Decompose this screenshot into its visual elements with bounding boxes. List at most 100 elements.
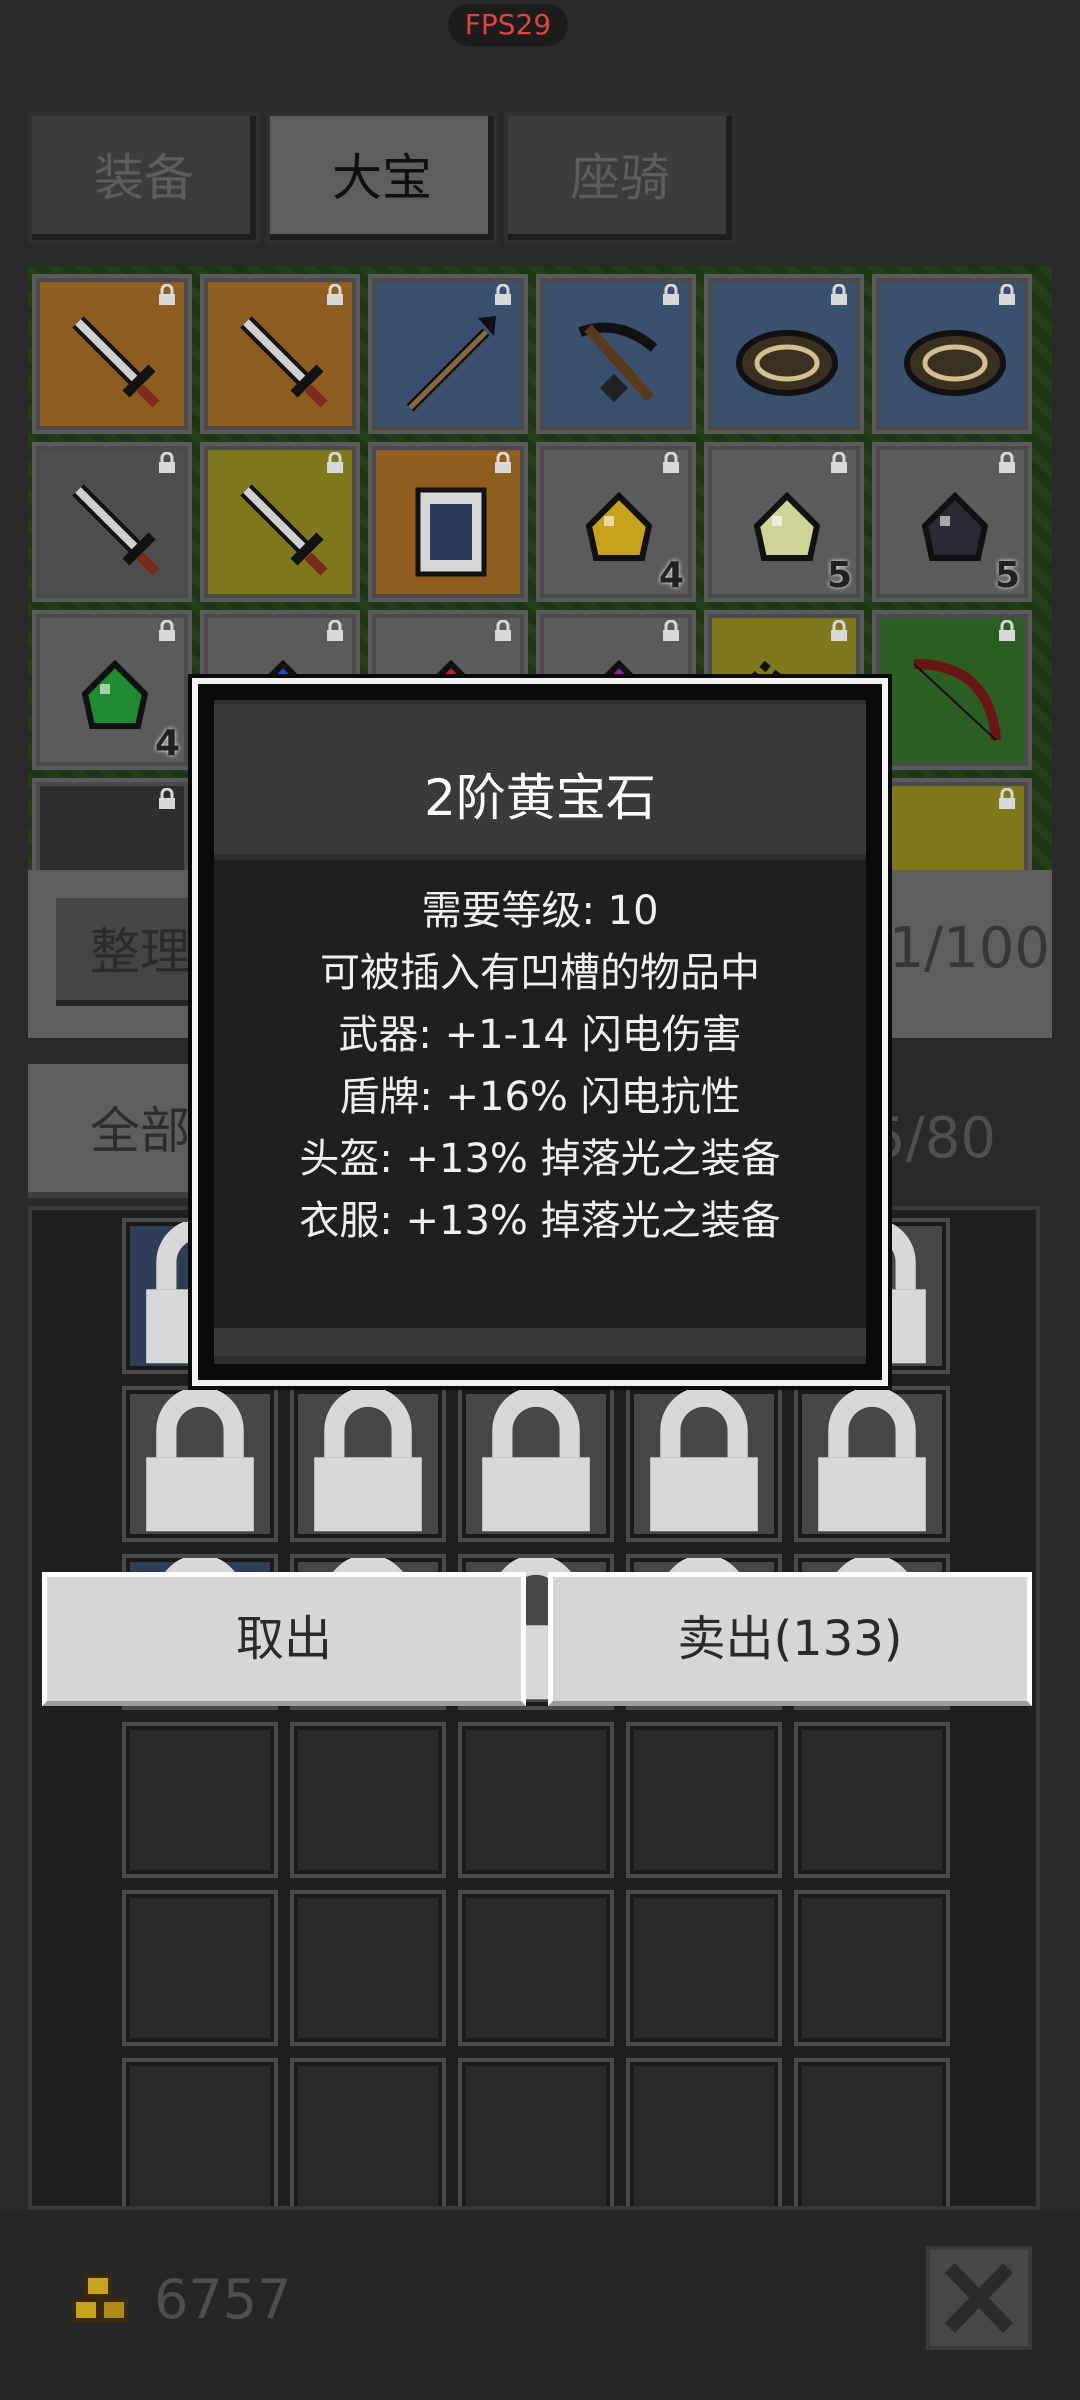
lock-icon [663,284,679,305]
storage-slot[interactable] [200,274,360,434]
bow-icon [913,659,1001,741]
take-out-button[interactable]: 取出 [42,1572,526,1706]
lock-icon [999,452,1015,473]
lock-icon [663,452,679,473]
storage-slot[interactable] [200,442,360,602]
bag-slot[interactable] [122,1386,278,1662]
lock-icon [327,284,343,305]
bag-slot[interactable]: 4 [458,1386,614,1713]
storage-slot[interactable] [32,442,192,602]
bag-slot[interactable] [290,2058,446,2206]
lock-icon [831,620,847,641]
gold-amount: 6757 [154,2268,292,2331]
item-count: 4 [658,555,684,596]
bag-slot[interactable] [122,1722,278,1878]
tooltip-title: 2阶黄宝石 [424,769,656,827]
lock-icon [999,284,1015,305]
sell-button[interactable]: 卖出(133) [548,1572,1032,1706]
bag-slot[interactable] [626,1890,782,2046]
storage-slot[interactable] [704,274,864,434]
storage-slot[interactable]: 4 [536,442,696,602]
bag-slot[interactable] [458,2058,614,2206]
fps-counter: FPS29 [448,4,568,46]
stat-line: 需要等级: 10 [421,888,659,934]
tab-mount[interactable]: 座骑 [504,112,736,244]
lock-icon [495,620,511,641]
bag-slot[interactable] [794,2058,950,2206]
storage-slot[interactable] [32,274,192,434]
stat-line: 武器: +1-14 闪电伤害 [338,1012,742,1058]
shield-icon [736,330,838,396]
storage-capacity: 1/100 [888,916,1050,981]
crossbow-icon [578,322,658,403]
tab-treasure[interactable]: 大宝 [266,112,498,244]
bag-capacity: 5/80 [870,1106,996,1171]
storage-slot[interactable] [872,778,1032,870]
storage-slot[interactable] [368,442,528,602]
bag-slot[interactable]: 3 [290,1386,446,1713]
lock-icon [831,284,847,305]
bag-slot[interactable] [626,2058,782,2206]
lock-icon [159,452,175,473]
lock-icon [482,1386,590,1532]
storage-slot[interactable] [872,274,1032,434]
storage-slot[interactable]: 5 [704,442,864,602]
sword-icon [240,316,328,408]
storage-slot[interactable] [872,610,1032,770]
sword-icon [72,484,160,576]
close-icon [944,2263,1014,2333]
stat-line: 可被插入有凹槽的物品中 [320,950,760,996]
lock-icon [495,452,511,473]
lock-icon [999,620,1015,641]
tab-equipment[interactable]: 装备 [28,112,260,244]
bag-slot[interactable]: 4 [626,1386,782,1713]
lock-icon [999,788,1015,809]
dark-gem-icon [921,491,989,561]
sword-icon [240,484,328,576]
lock-icon [327,452,343,473]
bag-slot[interactable]: 4 [794,1386,950,1713]
bag-slot[interactable] [458,1890,614,2046]
tooltip-footer [214,1328,866,1356]
item-tooltip: 2阶黄宝石 需要等级: 10 可被插入有凹槽的物品中 武器: +1-14 闪电伤… [192,678,888,1386]
lock-icon [663,620,679,641]
lock-icon [831,452,847,473]
storage-slot[interactable] [536,274,696,434]
item-count: 4 [154,723,180,764]
item-count: 5 [826,555,852,596]
lock-icon [327,620,343,641]
sword-icon [72,316,160,408]
spear-icon [406,316,496,412]
bag-slot[interactable] [794,1722,950,1878]
storage-slot[interactable]: 5 [872,442,1032,602]
yellow-gem-icon [585,491,653,561]
shield-icon [904,330,1006,396]
tooltip-stats: 需要等级: 10 可被插入有凹槽的物品中 武器: +1-14 闪电伤害 盾牌: … [198,880,882,1252]
lock-icon [146,1386,254,1532]
bag-slot[interactable] [290,1890,446,2046]
gold-coins-icon [72,2274,128,2322]
lock-icon [159,284,175,305]
light-gem-icon [753,491,821,561]
bag-slot[interactable] [626,1722,782,1878]
lock-icon [314,1386,422,1532]
lock-icon [818,1386,926,1532]
item-count: 5 [994,555,1020,596]
stat-line: 头盔: +13% 掉落光之装备 [299,1136,781,1182]
bag-slot[interactable] [122,2058,278,2206]
armor-icon [415,487,487,577]
lock-icon [159,788,175,809]
stat-line: 衣服: +13% 掉落光之装备 [299,1198,781,1244]
lock-icon [159,620,175,641]
bag-slot[interactable] [794,1890,950,2046]
stat-line: 盾牌: +16% 闪电抗性 [339,1074,741,1120]
bag-slot[interactable] [458,1722,614,1878]
bag-slot[interactable] [290,1722,446,1878]
green-gem-icon [81,659,149,729]
lock-icon [495,284,511,305]
storage-slot[interactable] [368,274,528,434]
storage-slot[interactable] [32,778,192,870]
close-button[interactable] [926,2246,1032,2350]
bag-slot[interactable] [122,1890,278,2046]
storage-slot[interactable]: 4 [32,610,192,770]
